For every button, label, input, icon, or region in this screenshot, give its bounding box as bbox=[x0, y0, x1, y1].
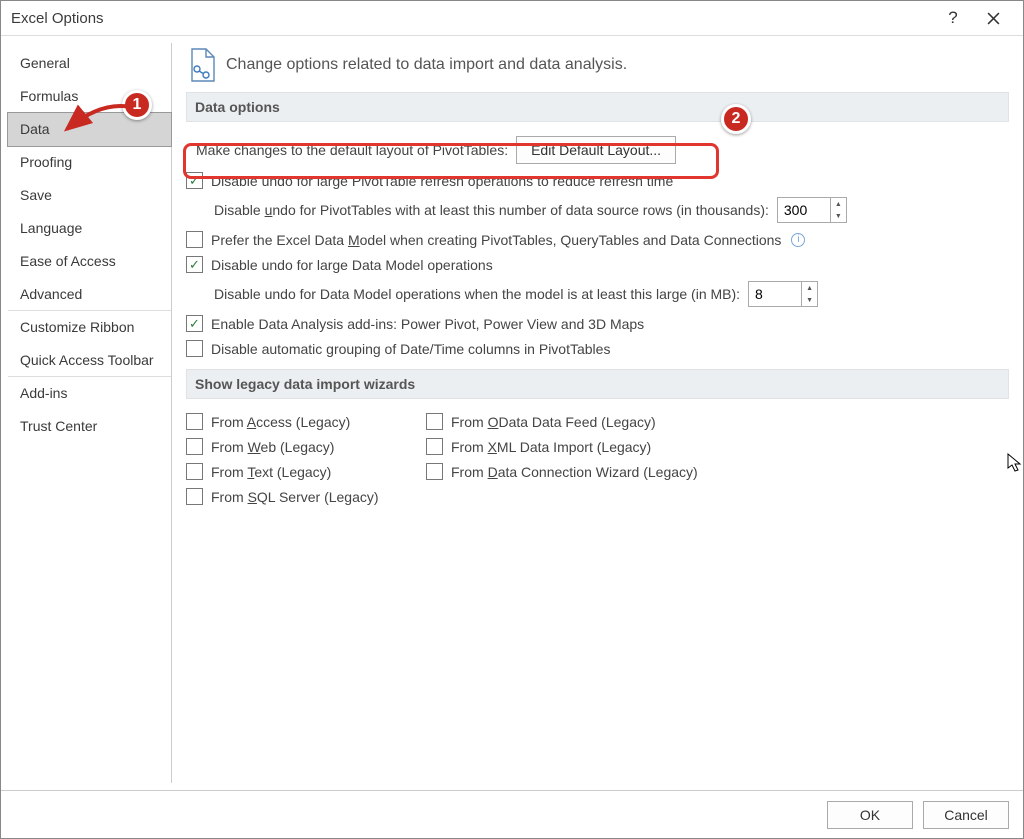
checkbox-unchecked-icon: ✓ bbox=[186, 413, 203, 430]
sidebar-item-formulas[interactable]: Formulas bbox=[8, 80, 171, 113]
dm-size-spinner[interactable]: ▲▼ bbox=[748, 281, 818, 307]
sidebar-item-add-ins[interactable]: Add-ins bbox=[8, 377, 171, 410]
disable-undo-dm-label: Disable undo for large Data Model operat… bbox=[211, 257, 493, 273]
legacy-dcw-label: From Data Connection Wizard (Legacy) bbox=[451, 464, 698, 480]
spinner-arrows[interactable]: ▲▼ bbox=[801, 282, 817, 306]
prefer-data-model-label: Prefer the Excel Data Model when creatin… bbox=[211, 232, 781, 248]
undo-threshold-input[interactable] bbox=[778, 198, 830, 222]
disable-auto-group-row[interactable]: ✓ Disable automatic grouping of Date/Tim… bbox=[186, 336, 1009, 361]
legacy-access-row[interactable]: ✓ From Access (Legacy) bbox=[186, 409, 426, 434]
info-icon[interactable]: i bbox=[791, 233, 805, 247]
prefer-data-model-row[interactable]: ✓ Prefer the Excel Data Model when creat… bbox=[186, 227, 1009, 252]
enable-addins-row[interactable]: ✓ Enable Data Analysis add-ins: Power Pi… bbox=[186, 311, 1009, 336]
sidebar-item-quick-access-toolbar[interactable]: Quick Access Toolbar bbox=[8, 344, 171, 377]
excel-options-window: Excel Options ? GeneralFormulasDataProof… bbox=[0, 0, 1024, 839]
legacy-text-row[interactable]: ✓ From Text (Legacy) bbox=[186, 459, 426, 484]
checkbox-unchecked-icon: ✓ bbox=[186, 340, 203, 357]
legacy-dcw-row[interactable]: ✓ From Data Connection Wizard (Legacy) bbox=[426, 459, 726, 484]
sidebar-item-proofing[interactable]: Proofing bbox=[8, 146, 171, 179]
checkbox-unchecked-icon: ✓ bbox=[186, 438, 203, 455]
titlebar: Excel Options ? bbox=[1, 1, 1023, 36]
legacy-xml-row[interactable]: ✓ From XML Data Import (Legacy) bbox=[426, 434, 726, 459]
dm-size-label: Disable undo for Data Model operations w… bbox=[214, 286, 740, 302]
dm-size-row: Disable undo for Data Model operations w… bbox=[186, 277, 1009, 311]
checkbox-unchecked-icon: ✓ bbox=[186, 463, 203, 480]
section-data-options: Data options bbox=[186, 92, 1009, 122]
disable-undo-large-pt-label: Disable undo for large PivotTable refres… bbox=[211, 173, 673, 189]
section-legacy-wizards: Show legacy data import wizards bbox=[186, 369, 1009, 399]
cancel-button[interactable]: Cancel bbox=[923, 801, 1009, 829]
checkbox-unchecked-icon: ✓ bbox=[186, 231, 203, 248]
checkbox-unchecked-icon: ✓ bbox=[426, 463, 443, 480]
page-heading: Change options related to data import an… bbox=[188, 48, 1009, 82]
ok-button[interactable]: OK bbox=[827, 801, 913, 829]
disable-auto-group-label: Disable automatic grouping of Date/Time … bbox=[211, 341, 610, 357]
pivot-layout-row: Make changes to the default layout of Pi… bbox=[186, 132, 1009, 168]
legacy-odata-label: From OData Data Feed (Legacy) bbox=[451, 414, 656, 430]
sidebar-item-ease-of-access[interactable]: Ease of Access bbox=[8, 245, 171, 278]
disable-undo-dm-row[interactable]: ✓ Disable undo for large Data Model oper… bbox=[186, 252, 1009, 277]
page-heading-text: Change options related to data import an… bbox=[226, 56, 627, 74]
checkbox-unchecked-icon: ✓ bbox=[186, 488, 203, 505]
legacy-web-row[interactable]: ✓ From Web (Legacy) bbox=[186, 434, 426, 459]
checkbox-checked-icon: ✓ bbox=[186, 315, 203, 332]
sidebar-item-customize-ribbon[interactable]: Customize Ribbon bbox=[8, 311, 171, 344]
sidebar-item-general[interactable]: General bbox=[8, 47, 171, 80]
undo-threshold-label: Disable undo for PivotTables with at lea… bbox=[214, 202, 769, 218]
main-panel: Change options related to data import an… bbox=[172, 36, 1023, 790]
dm-size-input[interactable] bbox=[749, 282, 801, 306]
close-button[interactable] bbox=[973, 2, 1013, 34]
sidebar-item-trust-center[interactable]: Trust Center bbox=[8, 410, 171, 443]
legacy-access-label: From Access (Legacy) bbox=[211, 414, 350, 430]
legacy-sql-label: From SQL Server (Legacy) bbox=[211, 489, 379, 505]
data-page-icon bbox=[188, 48, 216, 82]
sidebar-item-language[interactable]: Language bbox=[8, 212, 171, 245]
legacy-web-label: From Web (Legacy) bbox=[211, 439, 334, 455]
enable-addins-label: Enable Data Analysis add-ins: Power Pivo… bbox=[211, 316, 644, 332]
checkbox-unchecked-icon: ✓ bbox=[426, 438, 443, 455]
dialog-footer: OK Cancel bbox=[1, 790, 1023, 838]
spinner-arrows[interactable]: ▲▼ bbox=[830, 198, 846, 222]
legacy-text-label: From Text (Legacy) bbox=[211, 464, 331, 480]
legacy-grid: ✓ From Access (Legacy) ✓ From Web (Legacy)… bbox=[186, 409, 1009, 509]
undo-threshold-spinner[interactable]: ▲▼ bbox=[777, 197, 847, 223]
sidebar-item-data[interactable]: Data bbox=[8, 113, 171, 146]
sidebar-item-save[interactable]: Save bbox=[8, 179, 171, 212]
sidebar-item-advanced[interactable]: Advanced bbox=[8, 278, 171, 311]
pivot-layout-label: Make changes to the default layout of Pi… bbox=[196, 142, 508, 158]
sidebar: GeneralFormulasDataProofingSaveLanguageE… bbox=[8, 43, 172, 783]
checkbox-checked-icon: ✓ bbox=[186, 256, 203, 273]
disable-undo-large-pt-row[interactable]: ✓ Disable undo for large PivotTable refr… bbox=[186, 168, 1009, 193]
legacy-xml-label: From XML Data Import (Legacy) bbox=[451, 439, 651, 455]
close-icon bbox=[987, 12, 1000, 25]
window-title: Excel Options bbox=[11, 10, 933, 27]
checkbox-unchecked-icon: ✓ bbox=[426, 413, 443, 430]
undo-threshold-row: Disable undo for PivotTables with at lea… bbox=[186, 193, 1009, 227]
legacy-odata-row[interactable]: ✓ From OData Data Feed (Legacy) bbox=[426, 409, 726, 434]
checkbox-checked-icon: ✓ bbox=[186, 172, 203, 189]
edit-default-layout-button[interactable]: Edit Default Layout... bbox=[516, 136, 676, 164]
legacy-sql-row[interactable]: ✓ From SQL Server (Legacy) bbox=[186, 484, 426, 509]
help-button[interactable]: ? bbox=[933, 2, 973, 34]
